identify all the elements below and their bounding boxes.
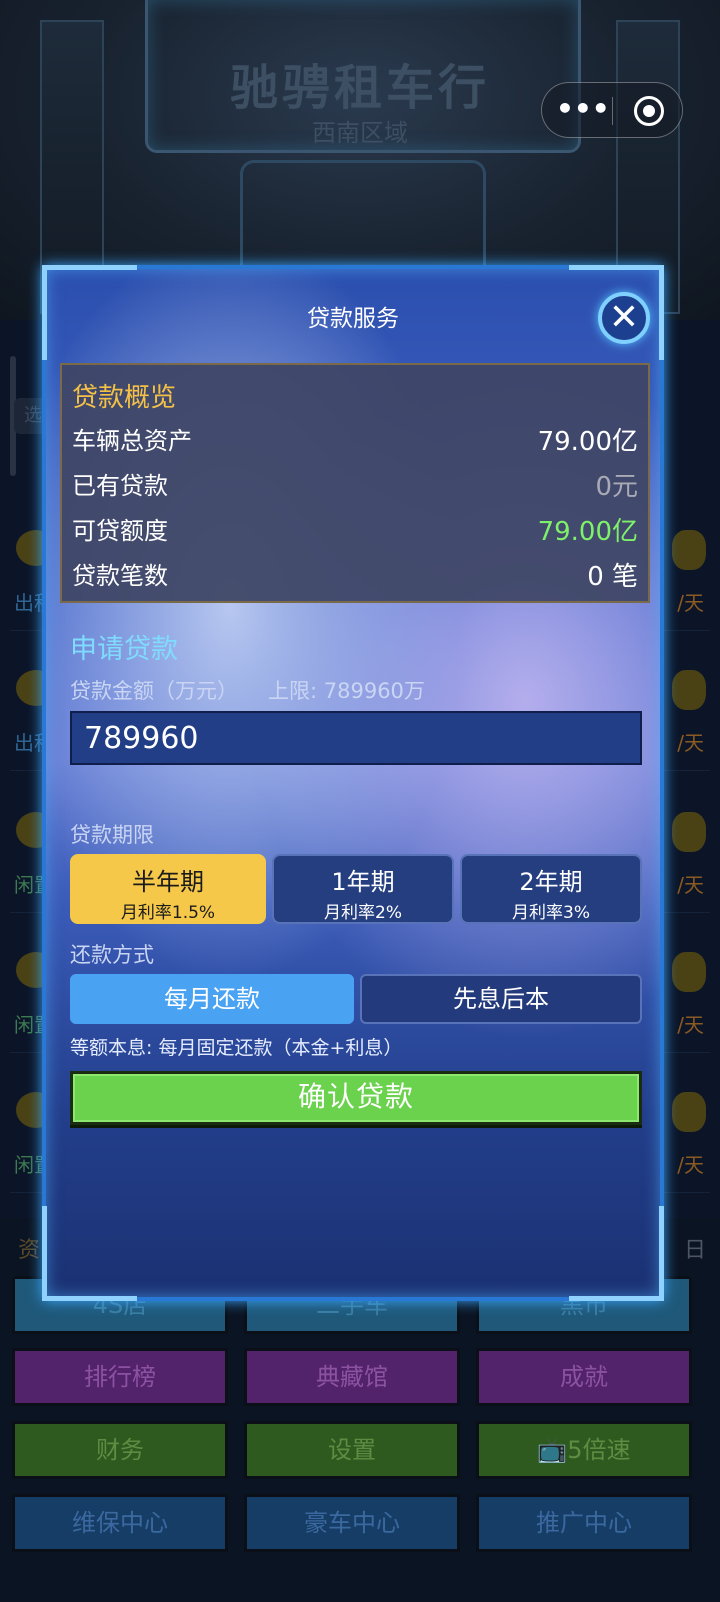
- maintenance-center-button[interactable]: 维保中心: [12, 1494, 228, 1552]
- day-status: 日: [683, 1238, 706, 1263]
- amount-limit: 上限: 789960万: [268, 679, 425, 703]
- row-label: 已有贷款: [72, 472, 168, 500]
- car-icon: [672, 530, 706, 570]
- overview-row-existing-loan: 已有贷款 0元: [72, 466, 638, 506]
- row-label: 可贷额度: [72, 517, 168, 545]
- speed-5x-button[interactable]: 📺5倍速: [476, 1421, 692, 1479]
- assets-status: 资: [18, 1238, 41, 1263]
- list-item-rate: /天: [677, 591, 704, 615]
- row-label: 车辆总资产: [72, 427, 192, 455]
- list-item-rate: /天: [677, 873, 704, 897]
- row-value: 79.00亿: [537, 517, 638, 547]
- term-name: 半年期: [132, 868, 204, 896]
- term-name: 2年期: [519, 868, 583, 896]
- frame-corner-decor: [569, 1206, 664, 1301]
- term-option-1-year[interactable]: 1年期 月利率2%: [272, 854, 454, 924]
- term-name: 1年期: [331, 868, 395, 896]
- apply-heading: 申请贷款: [70, 634, 178, 665]
- row-value: 0 笔: [587, 562, 638, 592]
- close-icon[interactable]: ✕: [598, 292, 650, 344]
- amount-label: 贷款金额（万元）: [70, 679, 238, 703]
- row-value: 79.00亿: [537, 427, 638, 457]
- frame-corner-decor: [42, 1206, 137, 1301]
- confirm-loan-button[interactable]: 确认贷款: [70, 1071, 642, 1125]
- row-value: 0元: [595, 472, 638, 502]
- list-item-rate: /天: [677, 1013, 704, 1037]
- term-rate: 月利率1.5%: [120, 903, 216, 923]
- more-dots-icon[interactable]: •••: [556, 91, 610, 131]
- overview-row-credit-limit: 可贷额度 79.00亿: [72, 511, 638, 551]
- target-circle-icon[interactable]: [634, 96, 664, 126]
- row-label: 贷款笔数: [72, 562, 168, 590]
- loan-dialog: 贷款服务 ✕ 贷款概览 车辆总资产 79.00亿 已有贷款 0元 可贷额度 79…: [42, 265, 664, 1301]
- repay-label: 还款方式: [70, 943, 154, 967]
- mini-program-capsule[interactable]: •••: [541, 82, 683, 138]
- finance-button[interactable]: 财务: [12, 1421, 228, 1479]
- luxury-car-center-button[interactable]: 豪车中心: [244, 1494, 460, 1552]
- repay-option-interest-first[interactable]: 先息后本: [360, 974, 642, 1024]
- list-item-rate: /天: [677, 731, 704, 755]
- repay-description: 等额本息: 每月固定还款（本金+利息）: [70, 1037, 403, 1059]
- dialog-title: 贷款服务: [307, 306, 399, 332]
- car-icon: [672, 812, 706, 852]
- repay-option-monthly[interactable]: 每月还款: [70, 974, 354, 1024]
- leaderboard-button[interactable]: 排行榜: [12, 1348, 228, 1406]
- overview-row-loan-count: 贷款笔数 0 笔: [72, 556, 638, 596]
- settings-button[interactable]: 设置: [244, 1421, 460, 1479]
- capsule-divider: [612, 97, 613, 125]
- loan-amount-input[interactable]: [70, 711, 642, 765]
- term-rate: 月利率3%: [512, 903, 590, 923]
- car-icon: [672, 670, 706, 710]
- term-rate: 月利率2%: [324, 903, 402, 923]
- term-label: 贷款期限: [70, 823, 154, 847]
- list-item-rate: /天: [677, 1153, 704, 1177]
- term-option-2-year[interactable]: 2年期 月利率3%: [460, 854, 642, 924]
- overview-heading: 贷款概览: [72, 383, 177, 413]
- collection-button[interactable]: 典藏馆: [244, 1348, 460, 1406]
- loan-overview-panel: 贷款概览 车辆总资产 79.00亿 已有贷款 0元 可贷额度 79.00亿 贷款…: [60, 363, 650, 603]
- term-option-half-year[interactable]: 半年期 月利率1.5%: [70, 854, 266, 924]
- car-icon: [672, 1092, 706, 1132]
- overview-row-total-assets: 车辆总资产 79.00亿: [72, 421, 638, 461]
- promotion-center-button[interactable]: 推广中心: [476, 1494, 692, 1552]
- achievements-button[interactable]: 成就: [476, 1348, 692, 1406]
- car-icon: [672, 952, 706, 992]
